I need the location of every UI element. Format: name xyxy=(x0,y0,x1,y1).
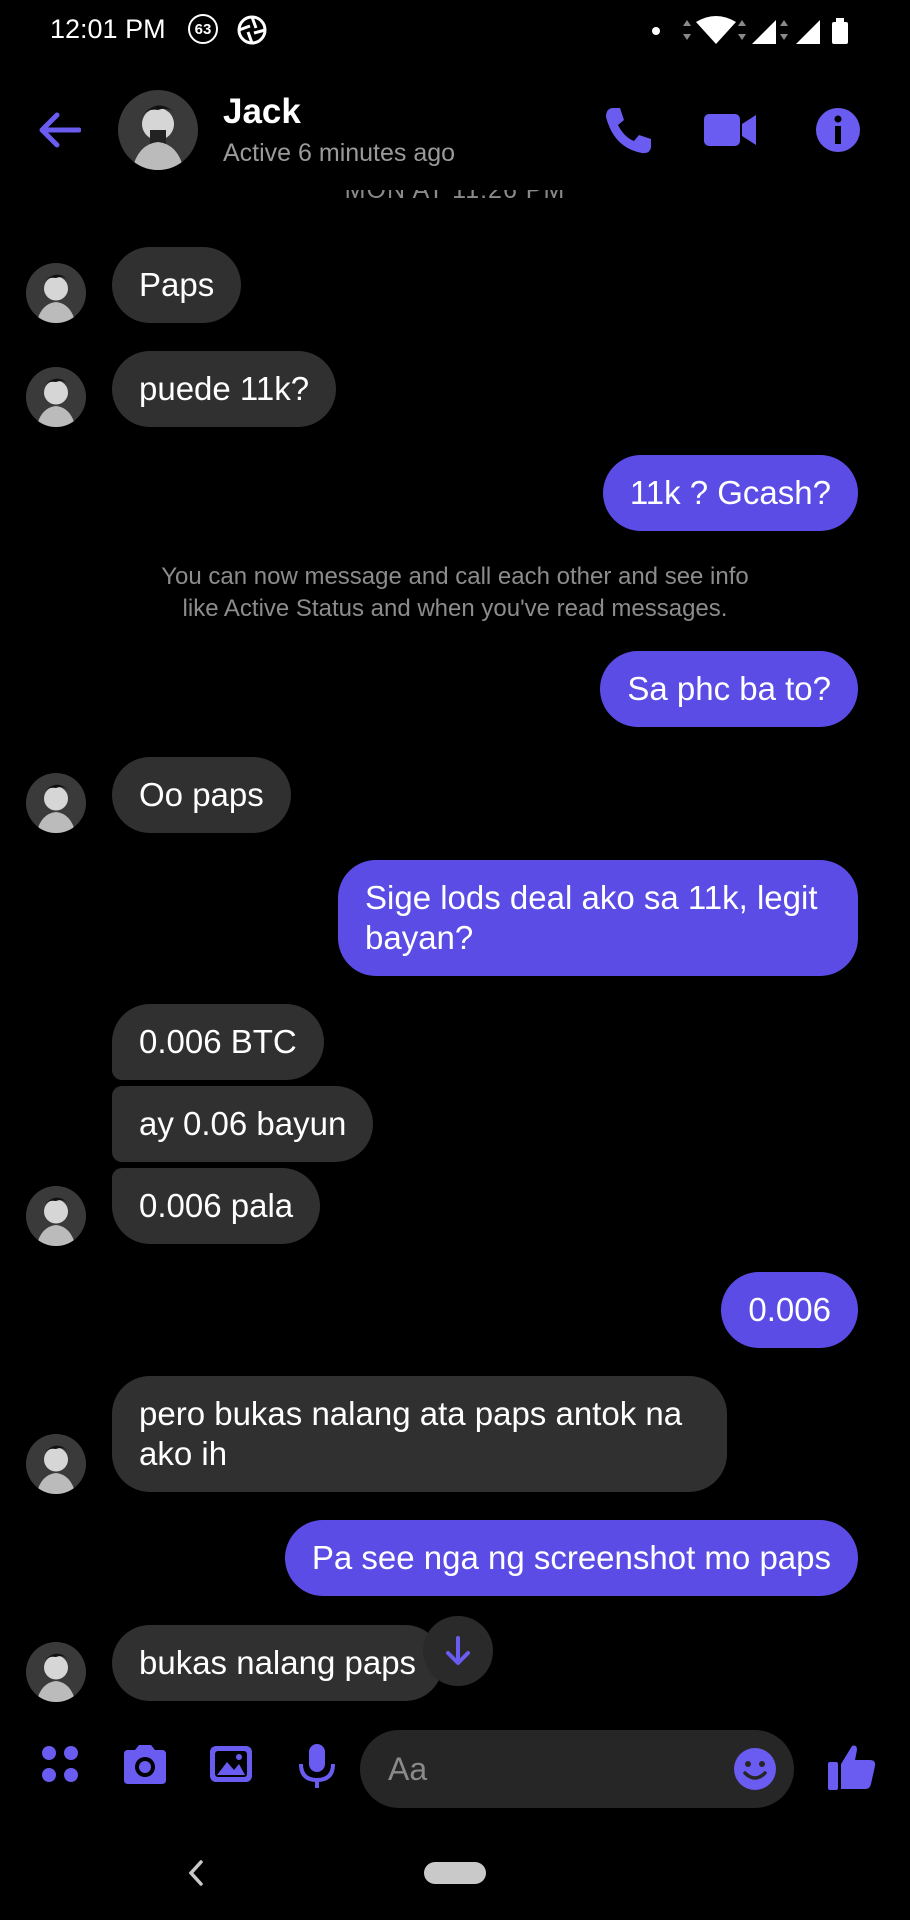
contact-active-status: Active 6 minutes ago xyxy=(223,139,456,167)
apps-icon xyxy=(42,1746,78,1782)
incoming-message[interactable]: puede 11k? xyxy=(112,351,337,427)
outgoing-message[interactable]: Pa see nga ng screenshot mo paps xyxy=(284,1520,858,1596)
scroll-to-bottom-button[interactable] xyxy=(423,1616,493,1686)
incoming-message[interactable]: 0.006 BTC xyxy=(112,1004,324,1080)
camera-button[interactable] xyxy=(120,1742,170,1786)
outgoing-message[interactable]: Sige lods deal ako sa 11k, legit bayan? xyxy=(338,860,858,976)
battery-icon xyxy=(832,22,848,44)
apps-button[interactable] xyxy=(38,1742,82,1786)
arrow-down-icon xyxy=(446,1636,470,1665)
incoming-message[interactable]: pero bukas nalang ata paps antok na ako … xyxy=(112,1376,727,1492)
incoming-message[interactable]: ay 0.06 bayun xyxy=(112,1086,374,1162)
back-arrow-icon xyxy=(39,112,81,148)
system-home-button[interactable] xyxy=(424,1862,486,1884)
gallery-icon xyxy=(210,1746,252,1782)
notification-dot-icon xyxy=(652,27,660,35)
sender-avatar[interactable] xyxy=(26,773,86,833)
emoji-icon xyxy=(734,1748,776,1790)
chevron-left-icon xyxy=(188,1860,203,1886)
info-icon xyxy=(816,108,860,152)
incoming-message[interactable]: 0.006 pala xyxy=(112,1168,321,1244)
outgoing-message[interactable]: 0.006 xyxy=(721,1272,858,1348)
incoming-message[interactable]: Oo paps xyxy=(112,757,291,833)
message-input[interactable]: Aa xyxy=(360,1730,794,1808)
outgoing-message[interactable]: Sa phc ba to? xyxy=(600,651,858,727)
sender-avatar[interactable] xyxy=(26,1434,86,1494)
aperture-icon xyxy=(236,14,268,51)
outgoing-message[interactable]: 11k ? Gcash? xyxy=(602,455,858,531)
sender-avatar[interactable] xyxy=(26,1186,86,1246)
microphone-icon xyxy=(299,1744,335,1788)
incoming-message[interactable]: Paps xyxy=(112,247,242,323)
system-back-button[interactable] xyxy=(184,1858,208,1893)
video-call-button[interactable] xyxy=(700,100,760,165)
system-note-line: You can now message and call each other … xyxy=(161,563,749,590)
status-time: 12:01 PM xyxy=(50,14,166,44)
sender-avatar[interactable] xyxy=(26,263,86,323)
back-button[interactable] xyxy=(34,100,84,160)
signal-icon xyxy=(752,20,776,44)
system-status-icons xyxy=(680,14,860,51)
notification-count-badge: 63 xyxy=(188,14,218,44)
sender-avatar[interactable] xyxy=(26,1642,86,1702)
phone-icon xyxy=(606,108,651,154)
audio-call-button[interactable] xyxy=(598,100,658,165)
conversation-info-button[interactable] xyxy=(808,100,868,165)
incoming-message[interactable]: bukas nalang paps xyxy=(112,1625,444,1701)
emoji-button[interactable] xyxy=(732,1746,778,1797)
thumbs-up-icon xyxy=(828,1745,876,1790)
system-note-line: like Active Status and when you've read … xyxy=(182,595,728,622)
wifi-icon xyxy=(696,16,736,44)
contact-avatar[interactable] xyxy=(118,90,198,170)
sender-avatar[interactable] xyxy=(26,367,86,427)
gallery-button[interactable] xyxy=(208,1742,254,1786)
contact-name[interactable]: Jack xyxy=(223,92,301,132)
voice-clip-button[interactable] xyxy=(296,1742,338,1790)
camera-icon xyxy=(124,1745,166,1784)
like-button[interactable] xyxy=(826,1742,878,1797)
video-camera-icon xyxy=(704,114,756,146)
